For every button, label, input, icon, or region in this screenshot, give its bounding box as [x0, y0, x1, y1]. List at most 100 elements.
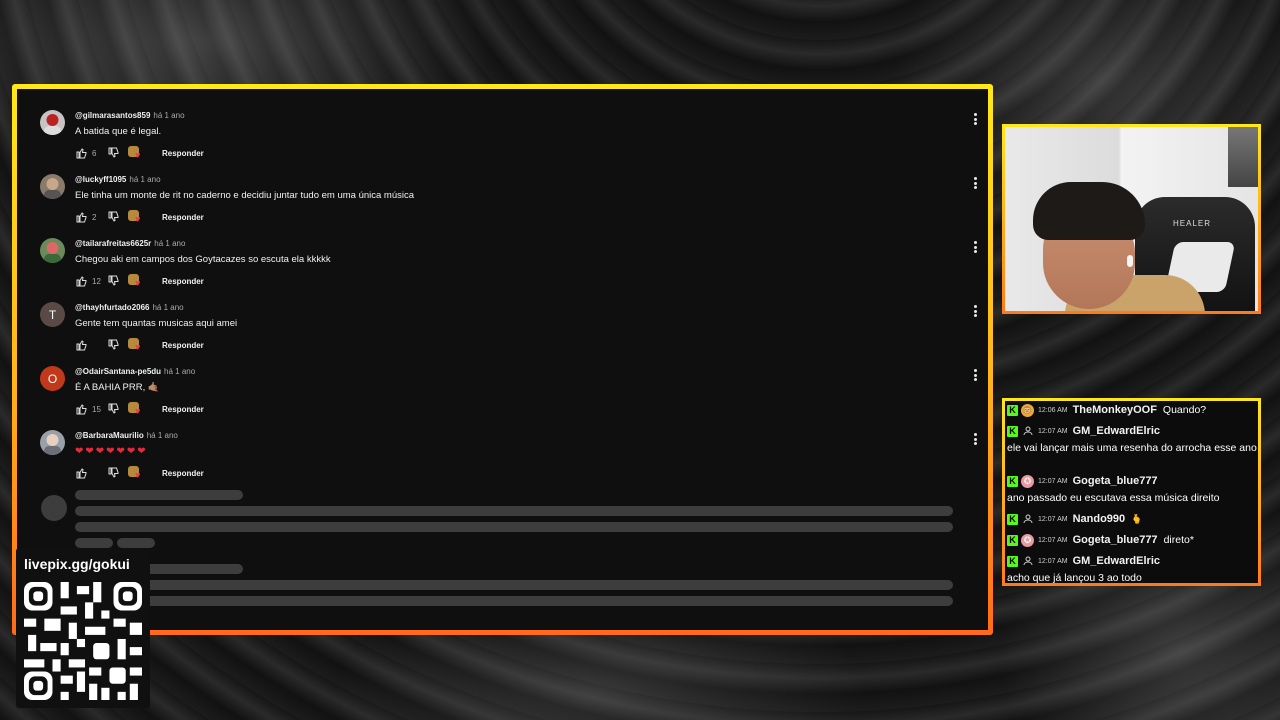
avatar[interactable] — [40, 238, 65, 263]
avatar[interactable] — [40, 430, 65, 455]
user-icon — [1021, 513, 1034, 526]
loading-skeleton-line — [75, 506, 953, 516]
reply-button[interactable]: Responder — [162, 469, 204, 478]
kick-icon: K — [1007, 404, 1018, 416]
comment-header: @thayhfurtado2066 há 1 ano — [75, 303, 184, 312]
comments-window: @gilmarasantos859 há 1 ano A batida que é… — [12, 84, 993, 635]
avatar-image — [44, 242, 61, 263]
chat-time: 12:07 AM — [1038, 557, 1068, 565]
more-options-icon[interactable] — [970, 240, 980, 254]
kick-icon: K — [1007, 425, 1018, 437]
monkey-badge-icon: 🐵 — [1021, 403, 1034, 417]
thumbs-up-icon[interactable] — [75, 466, 89, 480]
chat-overlay: K 🐵 12:06 AM TheMonkeyOOF Quando? K 12:0… — [1002, 398, 1261, 586]
comment-author[interactable]: @OdairSantana-pe5du — [75, 367, 161, 376]
comment-item: @tailarafreitas6625r há 1 ano Chegou aki … — [17, 222, 988, 288]
chat-username[interactable]: TheMonkeyOOF — [1073, 404, 1157, 416]
comment-header: @tailarafreitas6625r há 1 ano — [75, 239, 185, 248]
comment-author[interactable]: @thayhfurtado2066 — [75, 303, 149, 312]
chat-time: 12:07 AM — [1038, 477, 1068, 485]
loading-skeleton-line — [117, 538, 155, 548]
comment-item: T @thayhfurtado2066 há 1 ano Gente tem qu… — [17, 286, 988, 352]
chat-username[interactable]: GM_EdwardElric — [1073, 425, 1160, 437]
like-count: 15 — [92, 404, 101, 414]
comment-time[interactable]: há 1 ano — [129, 175, 160, 184]
chat-text: acho que já lançou 3 ao todo — [1007, 572, 1142, 584]
chat-time: 12:06 AM — [1038, 406, 1068, 414]
comment-header: @luckyff1095 há 1 ano — [75, 175, 161, 184]
kick-icon: K — [1007, 555, 1018, 567]
kick-icon: K — [1007, 475, 1018, 487]
more-options-icon[interactable] — [970, 176, 980, 190]
chat-message: K 12:07 AM GM_EdwardElric — [1007, 552, 1166, 570]
comment-time[interactable]: há 1 ano — [164, 367, 195, 376]
chat-message: K 12:07 AM Nando990 🫰 — [1007, 510, 1142, 528]
avatar[interactable]: O — [40, 366, 65, 391]
goku-badge-icon: ✪ — [1021, 474, 1034, 488]
kick-icon: K — [1007, 513, 1018, 525]
more-options-icon[interactable] — [970, 304, 980, 318]
loading-skeleton-line — [75, 580, 953, 590]
livepix-url[interactable]: livepix.gg/gokui — [24, 556, 130, 572]
chat-text: 🫰 — [1131, 513, 1143, 524]
reply-button[interactable]: Responder — [162, 341, 204, 350]
comment-header: @OdairSantana-pe5du há 1 ano — [75, 367, 195, 376]
comment-text: Gente tem quantas musicas aqui amei — [75, 318, 238, 329]
loading-skeleton-line — [75, 522, 953, 532]
qr-code[interactable] — [24, 582, 142, 700]
comment-time[interactable]: há 1 ano — [154, 239, 185, 248]
reply-button[interactable]: Responder — [162, 213, 204, 222]
loading-skeleton-line — [75, 538, 113, 548]
comment-text: É A BAHIA PRR, 🤙🏽 — [75, 382, 160, 393]
comment-author[interactable]: @BarbaraMaurilio — [75, 431, 144, 440]
chat-message: K 12:07 AM GM_EdwardElric — [1007, 422, 1166, 440]
avatar-image — [44, 114, 61, 135]
loading-skeleton-avatar — [41, 495, 67, 521]
more-options-icon[interactable] — [970, 112, 980, 126]
avatar[interactable] — [40, 110, 65, 135]
chat-text: Quando? — [1162, 404, 1207, 416]
chat-username[interactable]: GM_EdwardElric — [1073, 555, 1160, 567]
avatar[interactable] — [40, 174, 65, 199]
reply-button[interactable]: Responder — [162, 149, 204, 158]
avatar[interactable]: T — [40, 302, 65, 327]
comment-text: Chegou aki em campos dos Goytacazes so e… — [75, 254, 331, 265]
comment-item: @BarbaraMaurilio há 1 ano ❤❤❤❤❤❤❤ ♥ Respo… — [17, 414, 988, 480]
more-options-icon[interactable] — [970, 368, 980, 382]
reply-button[interactable]: Responder — [162, 277, 204, 286]
like-count: 2 — [92, 212, 97, 222]
chat-time: 12:07 AM — [1038, 536, 1068, 544]
comment-item: @gilmarasantos859 há 1 ano A batida que é… — [17, 94, 988, 160]
chat-time: 12:07 AM — [1038, 515, 1068, 523]
chat-text: ele vai lançar mais uma resenha do arroc… — [1007, 442, 1257, 454]
loading-skeleton-line — [75, 596, 953, 606]
comment-time[interactable]: há 1 ano — [152, 303, 183, 312]
comment-header: @gilmarasantos859 há 1 ano — [75, 111, 185, 120]
comment-time[interactable]: há 1 ano — [153, 111, 184, 120]
loading-skeleton-line — [75, 490, 243, 500]
comment-actions: ♥ Responder — [75, 466, 204, 480]
webcam-feed: HEALER — [1005, 127, 1258, 311]
comment-author[interactable]: @luckyff1095 — [75, 175, 126, 184]
user-icon — [1021, 425, 1034, 438]
like-count: 6 — [92, 148, 97, 158]
livepix-widget: livepix.gg/gokui — [16, 548, 150, 708]
chat-text: direto* — [1163, 534, 1194, 546]
chat-username[interactable]: Gogeta_blue777 — [1073, 534, 1158, 546]
comment-author[interactable]: @gilmarasantos859 — [75, 111, 150, 120]
kick-icon: K — [1007, 534, 1018, 546]
reply-button[interactable]: Responder — [162, 405, 204, 414]
thumbs-down-icon[interactable] — [107, 466, 121, 480]
chair-brand: HEALER — [1173, 219, 1212, 228]
goku-badge-icon: ✪ — [1021, 533, 1034, 547]
comment-text: A batida que é legal. — [75, 126, 162, 137]
earbud-icon — [1127, 255, 1133, 267]
chat-username[interactable]: Nando990 — [1073, 513, 1126, 525]
chat-username[interactable]: Gogeta_blue777 — [1073, 475, 1158, 487]
comment-author[interactable]: @tailarafreitas6625r — [75, 239, 151, 248]
comment-header: @BarbaraMaurilio há 1 ano — [75, 431, 178, 440]
comment-time[interactable]: há 1 ano — [147, 431, 178, 440]
webcam-frame: HEALER — [1002, 124, 1261, 314]
like-count: 12 — [92, 276, 101, 286]
more-options-icon[interactable] — [970, 432, 980, 446]
